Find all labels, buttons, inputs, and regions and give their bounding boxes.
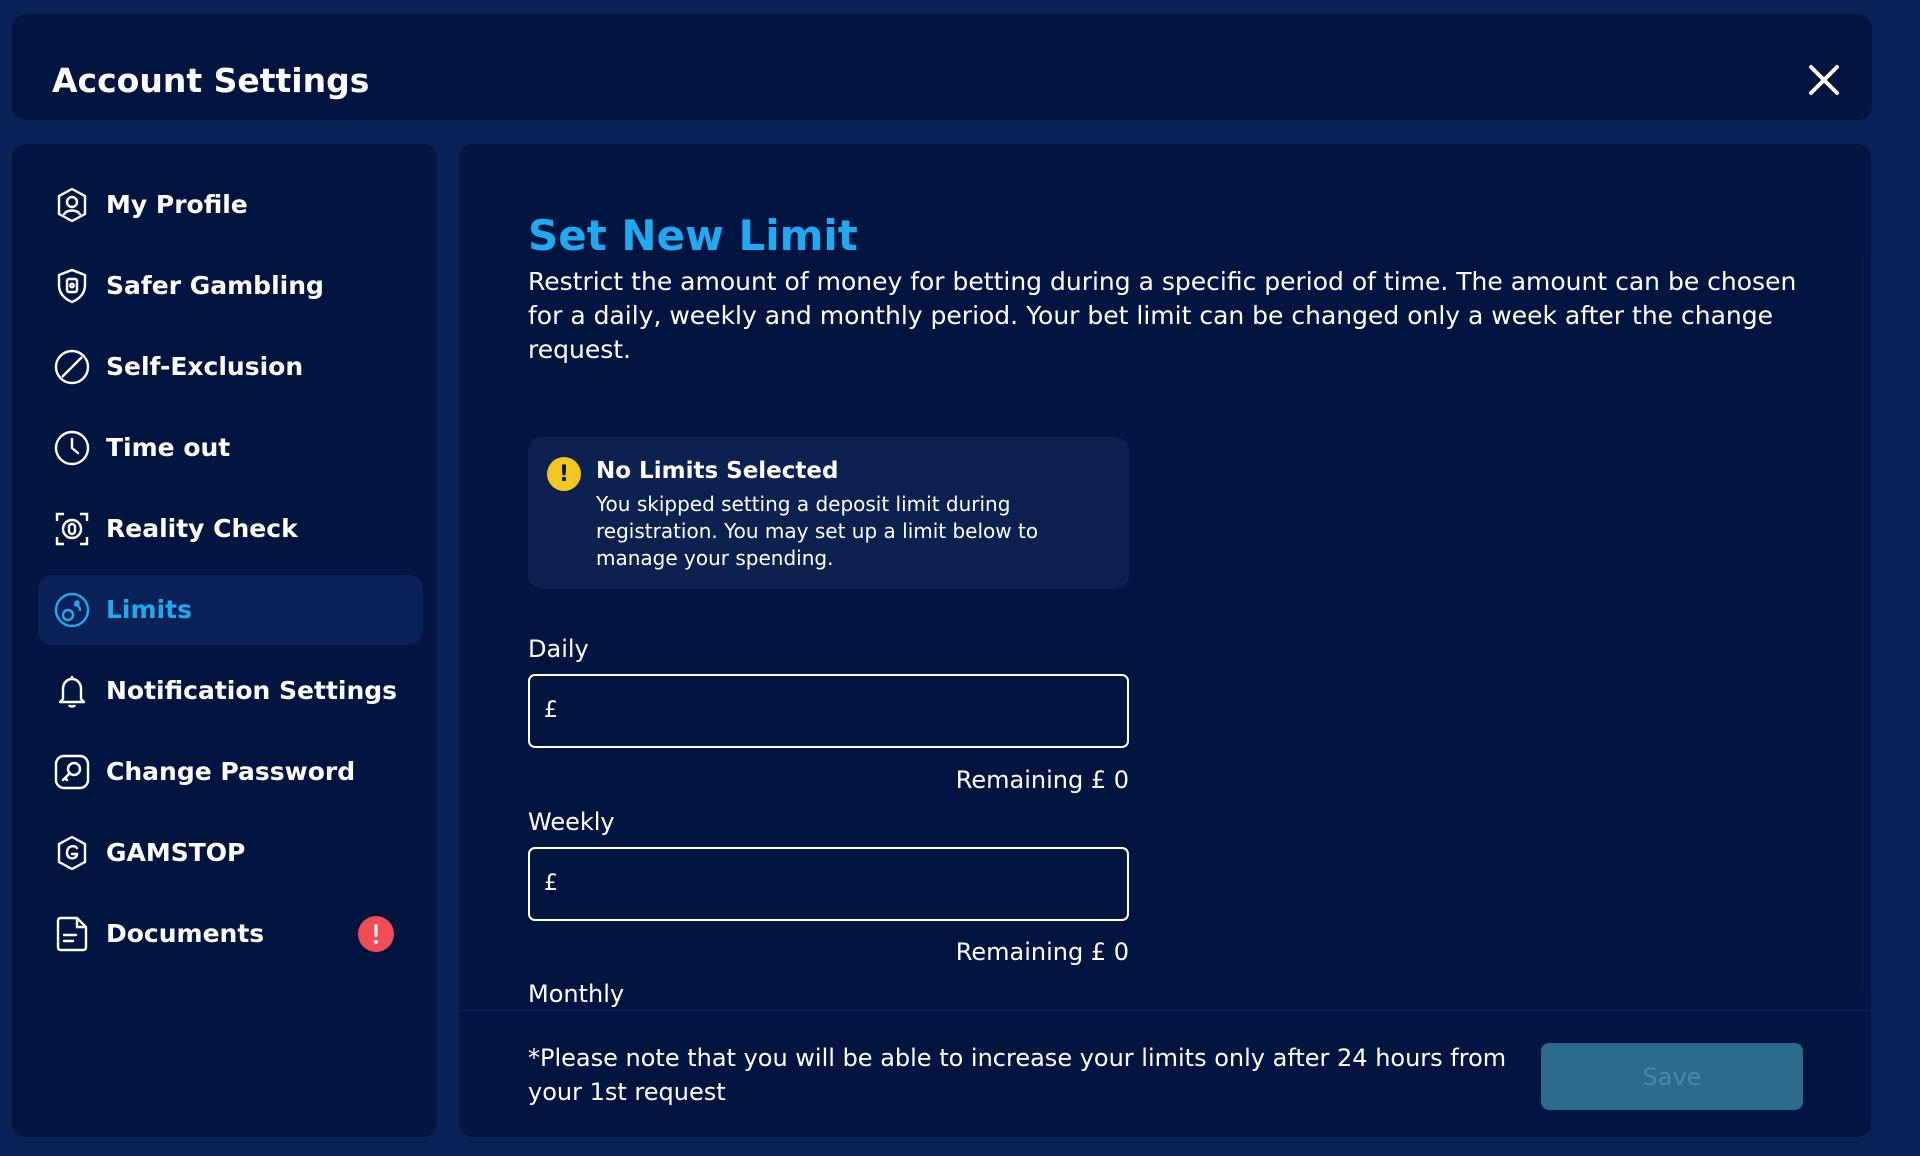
daily-remaining: Remaining £ 0 xyxy=(955,766,1129,794)
save-button[interactable]: Save xyxy=(1541,1043,1803,1110)
weekly-limit-input[interactable] xyxy=(570,849,1120,919)
daily-limit-field[interactable]: £ xyxy=(528,674,1129,748)
sidebar-item-self-exclusion[interactable]: Self-Exclusion xyxy=(38,332,423,402)
exclamation-icon xyxy=(374,924,378,944)
sidebar-item-documents[interactable]: Documents xyxy=(38,899,423,969)
currency-symbol: £ xyxy=(544,698,558,723)
sidebar-item-limits[interactable]: Limits xyxy=(38,575,423,645)
sidebar-item-label: Notification Settings xyxy=(106,676,398,705)
sidebar-item-label: Documents xyxy=(106,919,265,948)
limits-footer: *Please note that you will be able to in… xyxy=(459,1010,1871,1137)
sidebar-item-label: GAMSTOP xyxy=(106,838,246,867)
no-limits-alert: ! No Limits Selected You skipped setting… xyxy=(528,437,1129,589)
limits-icon xyxy=(53,591,91,629)
sidebar-item-label: My Profile xyxy=(106,190,248,219)
sidebar-item-gamstop[interactable]: GAMSTOP xyxy=(38,818,423,888)
close-button[interactable] xyxy=(1798,54,1850,106)
sidebar-item-label: Safer Gambling xyxy=(106,271,324,300)
sidebar-item-change-password[interactable]: Change Password xyxy=(38,737,423,807)
alert-badge xyxy=(358,916,394,952)
key-icon xyxy=(53,753,91,791)
sidebar-item-notification-settings[interactable]: Notification Settings xyxy=(38,656,423,726)
scrollbar[interactable] xyxy=(1861,256,1871,991)
bell-icon xyxy=(53,672,91,710)
settings-header: Account Settings xyxy=(12,14,1872,120)
limits-panel: Set New Limit Restrict the amount of mon… xyxy=(459,144,1871,1137)
alert-text: You skipped setting a deposit limit duri… xyxy=(596,492,1039,570)
close-icon xyxy=(1809,65,1839,95)
sidebar-item-label: Self-Exclusion xyxy=(106,352,304,381)
monthly-label: Monthly xyxy=(528,980,625,1008)
reality-check-icon xyxy=(53,510,91,548)
user-icon xyxy=(53,186,91,224)
weekly-limit-field[interactable]: £ xyxy=(528,847,1129,921)
sidebar-item-label: Limits xyxy=(106,595,192,624)
sidebar-item-label: Change Password xyxy=(106,757,356,786)
weekly-label: Weekly xyxy=(528,808,615,836)
sidebar-item-my-profile[interactable]: My Profile xyxy=(38,170,423,240)
daily-label: Daily xyxy=(528,635,589,663)
weekly-remaining: Remaining £ 0 xyxy=(955,938,1129,966)
shield-icon xyxy=(53,267,91,305)
sidebar-item-time-out[interactable]: Time out xyxy=(38,413,423,483)
alert-title: No Limits Selected xyxy=(596,458,839,484)
settings-sidebar: My Profile Safer Gambling Self-Exclusion xyxy=(12,144,437,1137)
limits-note: *Please note that you will be able to in… xyxy=(528,1044,1507,1106)
gamstop-icon xyxy=(53,834,91,872)
sidebar-item-label: Time out xyxy=(106,433,231,462)
page-title: Account Settings xyxy=(52,61,370,100)
block-icon xyxy=(53,348,91,386)
warning-icon: ! xyxy=(547,457,581,491)
sidebar-item-safer-gambling[interactable]: Safer Gambling xyxy=(38,251,423,321)
daily-limit-input[interactable] xyxy=(570,676,1120,746)
sidebar-item-label: Reality Check xyxy=(106,514,298,543)
document-icon xyxy=(53,915,91,953)
clock-icon xyxy=(53,429,91,467)
section-description: Restrict the amount of money for betting… xyxy=(528,267,1797,364)
section-title: Set New Limit xyxy=(528,211,858,260)
currency-symbol: £ xyxy=(544,871,558,896)
sidebar-item-reality-check[interactable]: Reality Check xyxy=(38,494,423,564)
